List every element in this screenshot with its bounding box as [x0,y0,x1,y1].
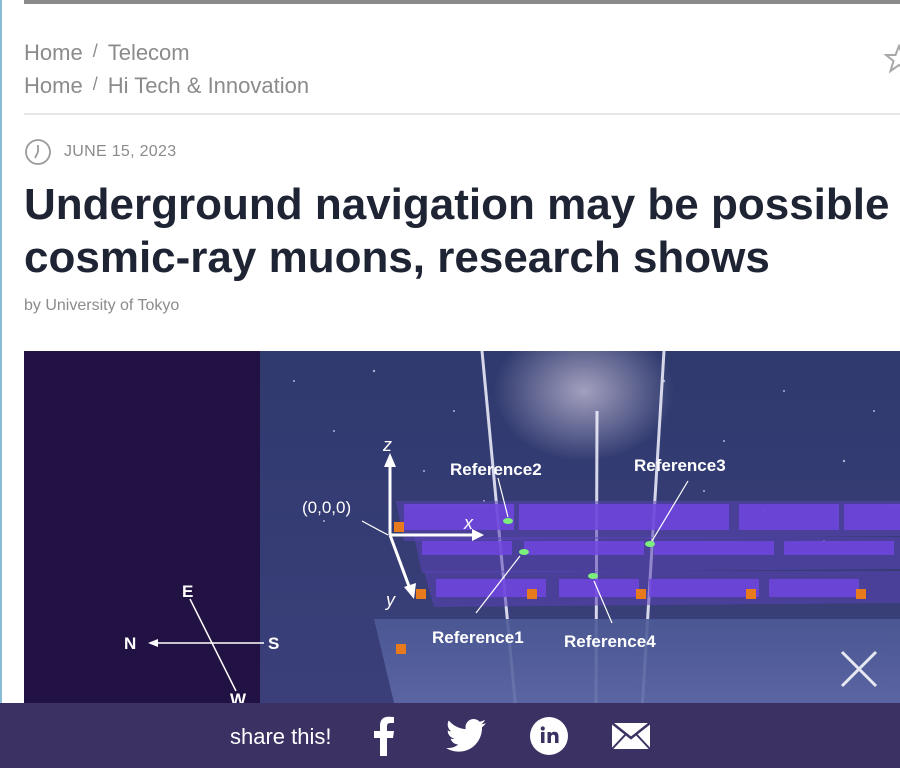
breadcrumb-telecom-link[interactable]: Telecom [108,40,190,66]
breadcrumb: Home / Telecom Home / Hi Tech & Innovati… [24,40,309,106]
axis-z-label: z [382,435,392,455]
share-email-button[interactable] [611,716,651,756]
article-title: Underground navigation may be possible c… [24,178,900,284]
article-title-line1: Underground navigation may be possible [24,180,890,229]
origin-label: (0,0,0) [302,498,351,517]
article-byline: by University of Tokyo [24,297,180,314]
compass-s-label: S [268,634,279,653]
reference3-label: Reference3 [634,456,726,475]
compass-n-label: N [124,634,136,653]
reference1-label: Reference1 [432,628,524,647]
date-text: JUNE 15, 2023 [64,143,177,160]
share-twitter-button[interactable] [445,716,487,756]
breadcrumb-home-link[interactable]: Home [24,40,83,66]
share-label: share this! [230,724,332,749]
left-page-edge [0,0,2,768]
email-icon [611,722,651,750]
breadcrumb-home-link[interactable]: Home [24,73,83,99]
article-title-line2: cosmic-ray muons, research shows [24,233,770,282]
clock-icon [25,139,51,165]
axis-x-label: x [463,513,474,533]
article-hero-image: z x y (0,0,0) Reference2 Reference3 Refe… [24,351,900,711]
close-icon[interactable] [836,646,882,692]
facebook-icon [374,716,394,756]
share-linkedin-button[interactable] [529,716,569,756]
top-rule [24,0,900,4]
header-divider [24,113,900,115]
share-facebook-button[interactable] [368,716,398,756]
breadcrumb-row-hitech: Home / Hi Tech & Innovation [24,73,309,106]
bookmark-star-icon[interactable] [884,44,900,74]
reference2-label: Reference2 [450,460,542,479]
article-date: JUNE 15, 2023 [24,138,176,166]
share-bar: share this! [0,703,900,768]
compass-e-label: E [182,582,193,601]
linkedin-icon [530,717,568,755]
reference4-label: Reference4 [564,632,656,651]
axis-y-label: y [384,590,396,610]
breadcrumb-separator: / [92,41,98,61]
breadcrumb-row-telecom: Home / Telecom [24,40,309,73]
breadcrumb-separator: / [92,74,98,94]
twitter-icon [446,719,486,752]
breadcrumb-hitech-link[interactable]: Hi Tech & Innovation [108,73,309,99]
